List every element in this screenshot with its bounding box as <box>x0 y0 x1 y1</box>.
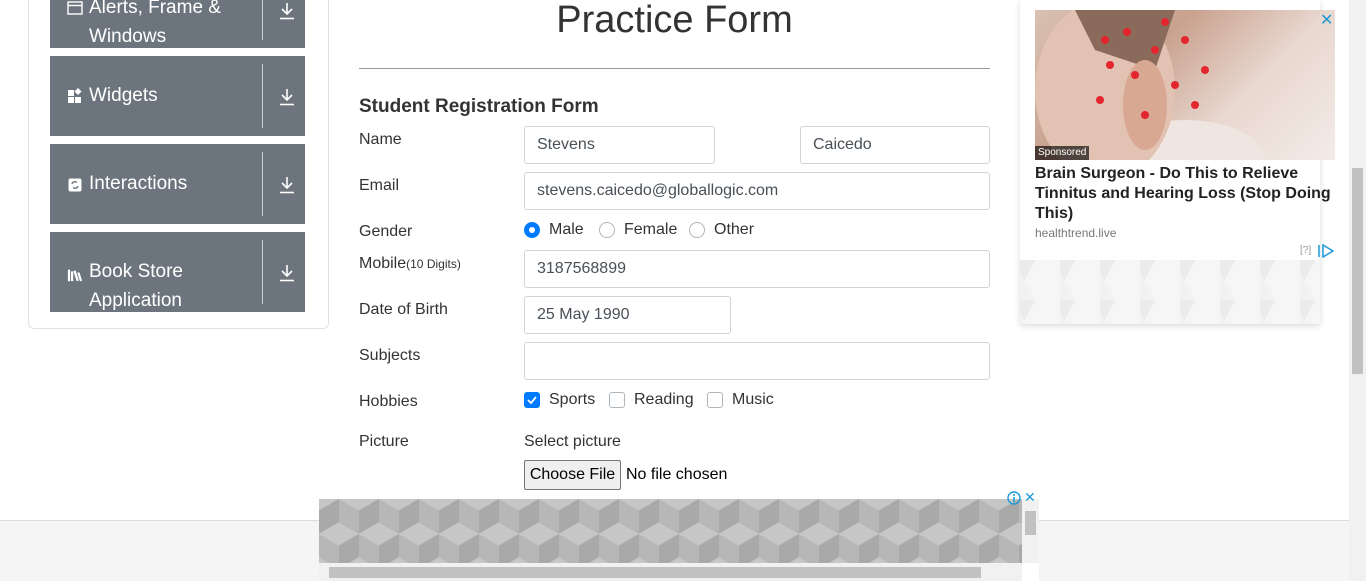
name-label: Name <box>359 131 402 148</box>
first-name-input[interactable] <box>524 126 715 164</box>
radio-selected-icon[interactable] <box>524 222 540 238</box>
sidebar-group-label: Application <box>89 290 182 311</box>
interactions-icon <box>67 177 83 193</box>
checkbox-checked-icon[interactable] <box>524 392 540 408</box>
sidebar-group-label: Interactions <box>89 173 188 194</box>
email-input[interactable] <box>524 172 990 210</box>
sidebar-group-label: Book Store <box>89 261 183 282</box>
ad-info-icon[interactable] <box>1007 491 1021 505</box>
bottom-ad-close-icon[interactable]: ✕ <box>1024 489 1036 506</box>
download-arrow-icon[interactable] <box>276 174 298 196</box>
title-divider <box>359 68 990 69</box>
dob-label: Date of Birth <box>359 301 448 318</box>
hobby-option-label: Reading <box>634 391 694 408</box>
hobby-checkbox-music[interactable]: Music <box>707 390 774 410</box>
divider <box>262 152 263 216</box>
sidebar-group-widgets[interactable]: Widgets <box>50 56 305 136</box>
date-of-birth-input[interactable] <box>524 296 731 334</box>
download-arrow-icon[interactable] <box>276 262 298 284</box>
hobby-checkbox-reading[interactable]: Reading <box>609 390 694 410</box>
divider <box>262 64 263 128</box>
window-icon <box>67 0 83 16</box>
widgets-icon <box>67 88 83 104</box>
sidebar-group-book-store[interactable]: Book Store Application <box>50 232 305 312</box>
sidebar-group-label: Alerts, Frame & <box>89 0 221 18</box>
download-arrow-icon[interactable] <box>276 86 298 108</box>
page-scrollbar-thumb[interactable] <box>1352 168 1363 374</box>
choose-file-button[interactable]: Choose File <box>524 460 621 490</box>
mobile-input[interactable] <box>524 250 990 288</box>
gender-option-label: Female <box>624 221 678 238</box>
bottom-ad-image[interactable] <box>319 499 1022 563</box>
ad-domain: healthtrend.live <box>1035 226 1117 240</box>
mobile-label: Mobile(10 Digits) <box>359 254 461 274</box>
hobby-option-label: Music <box>732 391 774 408</box>
last-name-input[interactable] <box>800 126 990 164</box>
subjects-label: Subjects <box>359 347 421 364</box>
ad-headline-link[interactable]: Brain Surgeon - Do This to Relieve Tinni… <box>1035 164 1335 224</box>
ad-image[interactable] <box>1035 10 1335 160</box>
books-icon <box>67 267 83 283</box>
page-title: Practice Form <box>556 0 793 41</box>
sidebar-group-label: Widgets <box>89 85 158 106</box>
sidebar-group-interactions[interactable]: Interactions <box>50 144 305 224</box>
ad-close-icon[interactable]: ✕ <box>1320 10 1333 30</box>
gender-label: Gender <box>359 223 413 240</box>
radio-empty-icon[interactable] <box>689 222 705 238</box>
divider <box>262 240 263 304</box>
email-label: Email <box>359 177 400 194</box>
radio-empty-icon[interactable] <box>599 222 615 238</box>
adchoices-icon[interactable] <box>1318 243 1335 263</box>
download-arrow-icon[interactable] <box>276 0 298 22</box>
gender-option-label: Other <box>714 221 755 238</box>
bottom-ad-horizontal-thumb[interactable] <box>329 567 981 578</box>
gender-radio-other[interactable]: Other <box>689 220 754 240</box>
gender-option-label: Male <box>549 221 584 238</box>
sidebar-group-label: Windows <box>89 26 167 47</box>
mobile-hint: (10 Digits) <box>406 257 461 271</box>
bottom-ad-frame: ✕ <box>319 489 1039 581</box>
gender-radio-female[interactable]: Female <box>599 220 677 240</box>
divider <box>262 0 263 40</box>
checkbox-empty-icon[interactable] <box>609 392 625 408</box>
hobbies-label: Hobbies <box>359 393 418 410</box>
file-status-text: No file chosen <box>626 466 728 483</box>
ad-help-link[interactable]: [?] <box>1300 245 1311 256</box>
sidebar-group-alerts-frame-windows[interactable]: Alerts, Frame & Windows <box>50 0 305 48</box>
hobby-option-label: Sports <box>549 391 596 408</box>
ad-background-pattern <box>1020 260 1320 324</box>
ad-sponsored-badge: Sponsored <box>1035 146 1090 160</box>
hobby-checkbox-sports[interactable]: Sports <box>524 390 595 410</box>
gender-radio-male[interactable]: Male <box>524 220 584 240</box>
checkbox-empty-icon[interactable] <box>707 392 723 408</box>
select-picture-label: Select picture <box>524 433 621 450</box>
subjects-input[interactable] <box>524 342 990 380</box>
bottom-ad-vertical-thumb[interactable] <box>1025 511 1036 535</box>
mobile-label-text: Mobile <box>359 255 407 272</box>
picture-label: Picture <box>359 433 409 450</box>
form-title: Student Registration Form <box>359 96 599 117</box>
